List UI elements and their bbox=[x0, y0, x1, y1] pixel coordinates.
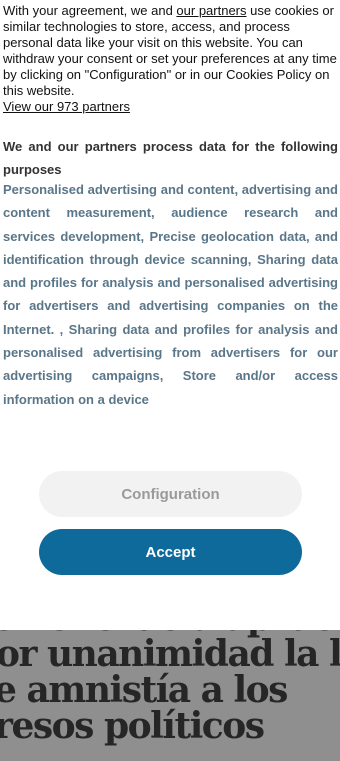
headline-line: e amnistía a los bbox=[0, 669, 288, 711]
headline-line: resos políticos bbox=[0, 705, 265, 747]
consent-intro-text: With your agreement, we and our partners… bbox=[3, 3, 337, 115]
cookie-consent-dialog: With your agreement, we and our partners… bbox=[0, 0, 340, 630]
article-headline: e Venezuela aprueba or unanimidad la ley… bbox=[0, 612, 340, 744]
accept-button[interactable]: Accept bbox=[39, 529, 302, 575]
intro-text-start: With your agreement, we and bbox=[3, 3, 177, 18]
purposes-list: Personalised advertising and content, ad… bbox=[3, 182, 338, 407]
our-partners-link[interactable]: our partners bbox=[176, 3, 246, 18]
configuration-button[interactable]: Configuration bbox=[39, 471, 302, 517]
background-article: e Venezuela aprueba or unanimidad la ley… bbox=[0, 612, 340, 761]
purposes-heading: We and our partners process data for the… bbox=[3, 139, 338, 177]
view-partners-link[interactable]: View our 973 partners bbox=[3, 99, 337, 115]
headline-line: or unanimidad la ley bbox=[0, 633, 340, 675]
